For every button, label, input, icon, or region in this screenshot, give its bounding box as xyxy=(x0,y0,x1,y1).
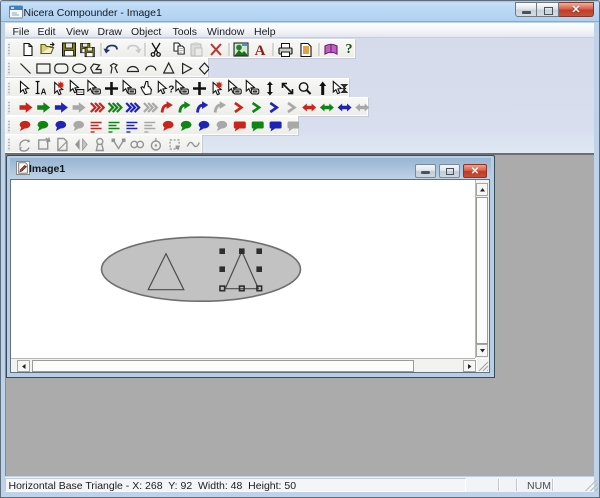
svg-text:?: ? xyxy=(168,85,174,96)
svg-text:A: A xyxy=(41,88,47,97)
svg-text:?: ? xyxy=(346,42,353,57)
svg-text:A: A xyxy=(255,43,266,59)
